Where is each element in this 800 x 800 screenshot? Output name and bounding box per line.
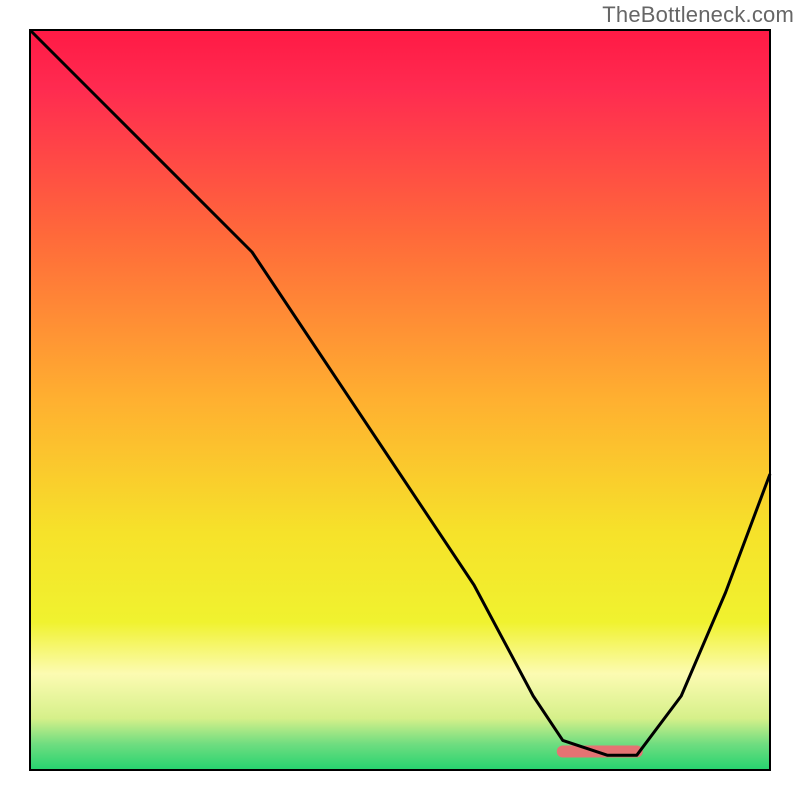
chart-canvas	[0, 0, 800, 800]
watermark-label: TheBottleneck.com	[602, 2, 794, 28]
